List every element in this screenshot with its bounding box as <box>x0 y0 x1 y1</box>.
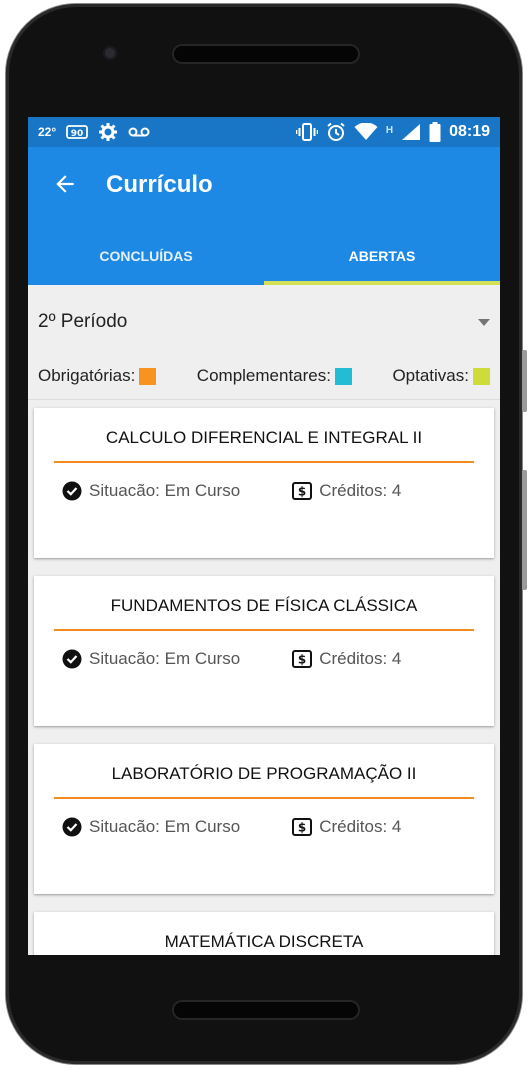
svg-text:$: $ <box>298 821 306 835</box>
check-circle-icon <box>62 817 82 837</box>
voicemail-icon <box>128 126 150 138</box>
course-credits: $ Créditos: 4 <box>292 817 401 837</box>
legend-label: Obrigatórias: <box>38 366 136 385</box>
check-circle-icon <box>62 649 82 669</box>
tab-indicator <box>264 281 500 285</box>
period-dropdown[interactable]: 2º Período <box>28 285 500 359</box>
svg-text:$: $ <box>298 485 306 499</box>
course-credits: $ Créditos: 4 <box>292 481 401 501</box>
status-bar: 22° 90 H 08:19 <box>28 117 500 147</box>
course-list: CALCULO DIFERENCIAL E INTEGRAL II Situac… <box>28 400 500 955</box>
svg-text:90: 90 <box>71 129 84 139</box>
tab-label: ABERTAS <box>348 248 416 264</box>
legend-item-obrigatorias: Obrigatórias: <box>38 366 157 386</box>
course-status: Situacão: Em Curso <box>62 481 240 501</box>
credits-icon: $ <box>292 818 313 836</box>
course-card[interactable]: LABORATÓRIO DE PROGRAMAÇÃO II Situacão: … <box>34 744 494 894</box>
course-name: LABORATÓRIO DE PROGRAMAÇÃO II <box>111 764 417 783</box>
course-status: Situacão: Em Curso <box>62 817 240 837</box>
tab-bar: CONCLUÍDAS ABERTAS <box>28 227 500 285</box>
period-selected-value: 2º Período <box>38 311 128 332</box>
course-credits-text: Créditos: 4 <box>319 649 402 668</box>
course-status-text: Situacão: Em Curso <box>89 649 241 668</box>
bottom-speaker <box>172 1000 360 1020</box>
legend-item-complementares: Complementares: <box>197 366 352 386</box>
front-camera <box>103 46 117 60</box>
arrow-left-icon[interactable] <box>48 167 82 201</box>
legend-item-optativas: Optativas: <box>392 366 490 386</box>
network-type-text: H <box>385 125 394 136</box>
course-credits-text: Créditos: 4 <box>319 817 402 836</box>
settings-icon <box>98 122 118 142</box>
course-info: Situacão: Em Curso $ Créditos: 4 <box>34 799 494 837</box>
credits-icon: $ <box>292 482 313 500</box>
course-status-text: Situacão: Em Curso <box>89 817 241 836</box>
course-card[interactable]: FUNDAMENTOS DE FÍSICA CLÁSSICA Situacão:… <box>34 576 494 726</box>
course-info: Situacão: Em Curso $ Créditos: 4 <box>34 463 494 501</box>
wifi-icon <box>354 123 378 141</box>
legend-swatch <box>334 367 352 385</box>
clock-text: 08:19 <box>449 123 490 140</box>
temperature-text: 22° <box>38 125 57 139</box>
power-button <box>522 350 527 412</box>
legend-label: Complementares: <box>196 366 331 385</box>
credits-icon: $ <box>292 650 313 668</box>
course-status-text: Situacão: Em Curso <box>89 481 241 500</box>
volume-button <box>522 470 527 590</box>
vibrate-icon <box>295 123 318 141</box>
tab-abertas[interactable]: ABERTAS <box>264 227 500 285</box>
check-circle-icon <box>62 481 82 501</box>
course-name: FUNDAMENTOS DE FÍSICA CLÁSSICA <box>110 596 418 615</box>
course-info: Situacão: Em Curso $ Créditos: 4 <box>34 631 494 669</box>
caret-down-icon <box>478 318 490 326</box>
signal-icon <box>401 123 421 141</box>
legend-swatch <box>472 367 490 385</box>
legend-label: Optativas: <box>392 366 469 385</box>
course-status: Situacão: Em Curso <box>62 649 240 669</box>
course-name: MATEMÁTICA DISCRETA <box>164 932 364 951</box>
tab-concluidas[interactable]: CONCLUÍDAS <box>28 227 264 285</box>
tab-label: CONCLUÍDAS <box>99 248 193 264</box>
earpiece-speaker <box>172 44 360 64</box>
course-name: CALCULO DIFERENCIAL E INTEGRAL II <box>105 428 423 447</box>
course-credits: $ Créditos: 4 <box>292 649 401 669</box>
svg-text:$: $ <box>298 653 306 667</box>
screen: 22° 90 H 08:19 Currículo CONCLUÍDAS ABER… <box>28 117 500 955</box>
app-bar: Currículo CONCLUÍDAS ABERTAS <box>28 147 500 285</box>
battery-icon <box>429 122 441 142</box>
legend: Obrigatórias: Complementares: Optativas: <box>28 359 500 393</box>
course-card[interactable]: MATEMÁTICA DISCRETA <box>34 912 494 955</box>
course-card[interactable]: CALCULO DIFERENCIAL E INTEGRAL II Situac… <box>34 408 494 558</box>
ppp-icon: 90 <box>66 124 89 140</box>
page-title: Currículo <box>106 171 213 198</box>
alarm-icon <box>326 122 346 142</box>
legend-swatch <box>139 367 157 385</box>
course-credits-text: Créditos: 4 <box>319 481 402 500</box>
